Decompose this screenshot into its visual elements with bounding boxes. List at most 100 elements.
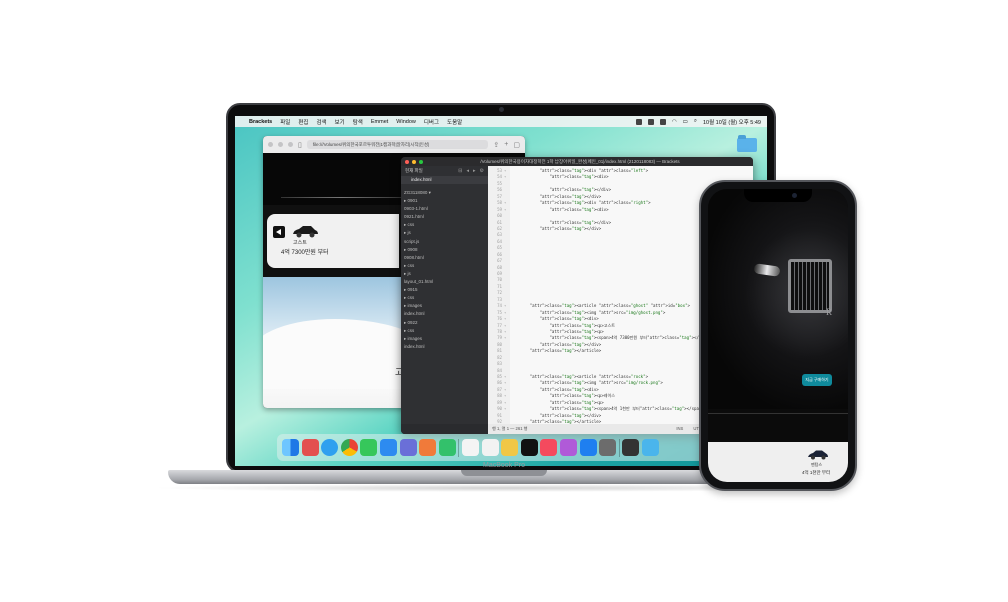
file-tree-item[interactable]: ▸ js [404,229,485,237]
brackets-icon[interactable] [622,439,640,456]
macos-dock [277,434,725,461]
wifi-icon[interactable]: ◠ [672,119,677,125]
insert-mode[interactable]: INS [676,426,683,432]
sidebar-header-label: 현재 파일 [405,167,423,173]
browser-toolbar: ▯ file:///Volumes/위의한국포르투워전|1캠과학|알자리|시작|… [263,136,525,153]
window-minimize-icon[interactable] [278,142,283,147]
battery-icon[interactable]: ▭ [683,119,688,125]
menubar-item[interactable]: Window [396,119,416,125]
window-minimize-icon[interactable] [412,159,416,164]
maps-icon[interactable] [399,439,417,456]
product-mockup-scene: Brackets 파일 편집 검색 보기 탐색 Emmet Window 디버그… [0,0,1008,602]
file-tree-item[interactable]: 0903-1.html [404,205,485,213]
address-bar[interactable]: file:///Volumes/위의한국포르투워전|1캠과학|알자리|시작|인성… [306,140,489,149]
file-tree-item[interactable]: index.html [404,310,485,318]
car-emblem-icon: R [826,307,833,317]
desktop-folder-icon[interactable] [737,135,757,152]
window-close-icon[interactable] [405,159,409,164]
status-app-icon[interactable] [659,118,666,125]
header-divider [281,197,401,198]
appletv-icon[interactable] [520,439,538,456]
menubar-item[interactable]: 검색 [317,118,327,126]
podcasts-icon[interactable] [559,439,577,456]
file-tree-item[interactable]: layout_01.html [404,278,485,286]
file-tree-item[interactable]: 0908.html [404,254,485,262]
menubar-item[interactable]: 파일 [280,118,290,126]
line-code: "attr">class="tag"><div> [549,174,609,180]
menubar-item[interactable]: 탐색 [353,118,363,126]
file-tree-item[interactable]: ▸ css [404,327,485,335]
search-icon[interactable]: ⌕ [694,118,697,125]
new-tab-icon[interactable]: + [504,141,508,148]
split-view-icon[interactable]: ⊟ [458,168,462,174]
phone-car-card[interactable]: 팬텀스 4억 1천만 부터 [708,442,848,482]
menubar-item[interactable]: 디버그 [424,118,439,126]
file-tree-item[interactable]: ▸ 0901 [404,197,485,205]
notes-icon[interactable] [481,439,499,456]
editor-titlebar: /Volumes/위의한국용이자대정학전 1학 납장아위일_완성|페인_01|/… [401,157,753,166]
window-zoom-icon[interactable] [419,159,423,164]
working-file-item[interactable]: index.html [401,176,488,184]
phone-divider [708,413,848,414]
file-sidebar: 현재 파일 ⊟ ◂ ▸ ⚙ index.html ZG3118080 ▾ ▸ 09… [401,166,488,434]
photos-icon[interactable] [419,439,437,456]
menubar-item[interactable]: 도움말 [447,118,462,126]
facetime-icon[interactable] [438,439,456,456]
window-zoom-icon[interactable] [288,142,293,147]
file-tree-item[interactable]: ▸ css [404,262,485,270]
file-tree-item[interactable]: script.js [404,238,485,246]
appstore-icon[interactable] [579,439,597,456]
window-close-icon[interactable] [268,142,273,147]
sidebar-icon[interactable]: ▯ [298,141,302,149]
menubar-app-name[interactable]: Brackets [249,119,272,125]
file-tree-item[interactable]: ▸ 0915 [404,286,485,294]
chrome-icon[interactable] [340,439,358,456]
forward-icon[interactable]: ▸ [473,168,476,174]
menubar-item[interactable]: Emmet [371,119,388,125]
dock-separator [618,438,620,457]
file-tree-item[interactable]: ZG3118080 ▾ [404,189,485,197]
messages-icon[interactable] [360,439,378,456]
mail-icon[interactable] [379,439,397,456]
phone-screen: R 지금 구매하기 팬텀스 4억 1천만 부터 [708,189,848,482]
status-app-icon[interactable] [647,118,654,125]
file-tree-item[interactable]: ▸ js [404,270,485,278]
phone-frame: R 지금 구매하기 팬텀스 4억 1천만 부터 [699,180,857,491]
file-tree-item[interactable]: index.html [404,343,485,351]
car-thumbnail-icon [293,226,318,238]
gear-icon[interactable]: ⚙ [480,168,484,174]
car-price: 4억 1천만 부터 [802,470,831,475]
car-thumbnail-icon [808,450,828,460]
status-app-icon[interactable] [635,118,642,125]
file-tree-item[interactable]: ▸ css [404,221,485,229]
share-icon[interactable]: ⇪ [493,141,499,149]
prev-arrow-icon[interactable] [273,226,285,238]
back-icon[interactable]: ◂ [466,168,469,174]
menubar-item[interactable]: 편집 [298,118,308,126]
folder-icon[interactable] [641,439,659,456]
file-tree-item[interactable]: 0921.html [404,213,485,221]
car-name: 팬텀스 [811,462,823,467]
menubar-clock[interactable]: 10월 10일 (월) 오후 5:49 [703,118,761,126]
line-code: "attr">class="tag"></div> [539,225,602,231]
line-code: "attr">class="tag"><div> [549,206,609,212]
file-tree-item[interactable]: ▸ images [404,302,485,310]
car-card[interactable]: 고스트 4억 7300만원 부터 [267,214,399,268]
file-tree-item[interactable]: ▸ 0922 [404,319,485,327]
safari-icon[interactable] [321,439,339,456]
settings-icon[interactable] [599,439,617,456]
cta-button[interactable]: 지금 구매하기 [802,374,832,386]
launchpad-icon[interactable] [301,439,319,456]
reminders-icon[interactable] [501,439,519,456]
music-icon[interactable] [540,439,558,456]
file-tree-item[interactable]: ▸ 0908 [404,246,485,254]
tabs-overview-icon[interactable]: ▢ [513,141,520,149]
phone-notch [744,189,812,202]
menubar-item[interactable]: 보기 [335,118,345,126]
file-tree-item[interactable]: ▸ images [404,335,485,343]
calendar-icon[interactable] [461,439,479,456]
laptop-screen: Brackets 파일 편집 검색 보기 탐색 Emmet Window 디버그… [235,116,767,466]
sidebar-header: 현재 파일 ⊟ ◂ ▸ ⚙ [401,166,488,175]
file-tree-item[interactable]: ▸ css [404,294,485,302]
finder-icon[interactable] [282,439,299,456]
